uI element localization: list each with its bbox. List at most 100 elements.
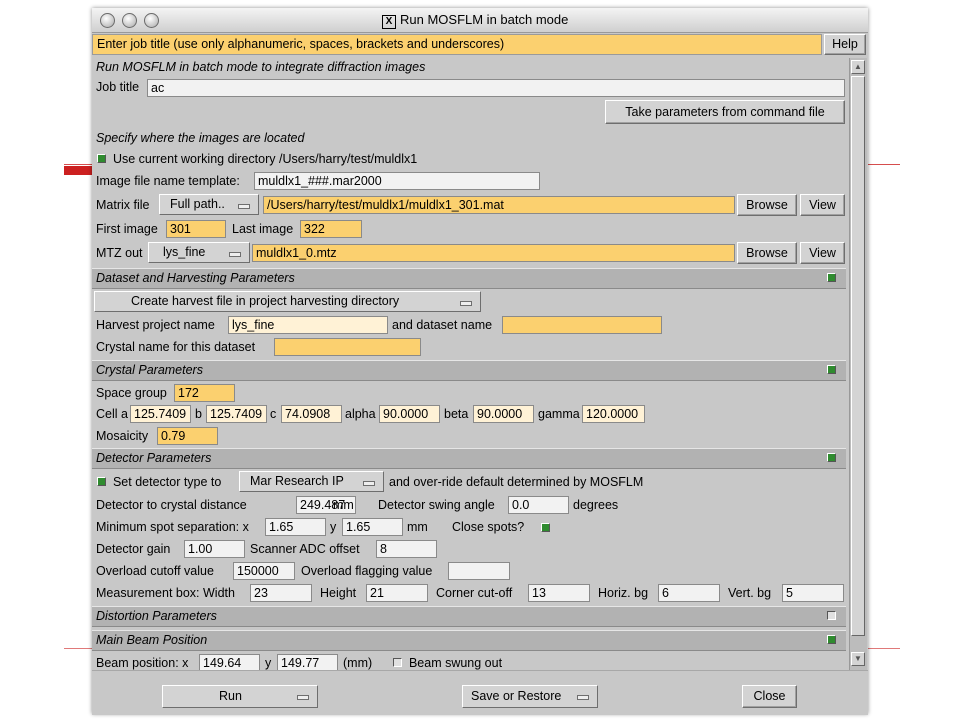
minsep-y-input[interactable]: 1.65 (342, 518, 403, 536)
space-group-label: Space group (96, 386, 167, 400)
x11-icon: X (382, 15, 396, 29)
close-window-icon[interactable] (100, 13, 115, 28)
distance-label: Detector to crystal distance (96, 498, 247, 512)
detector-toggle-checkbox[interactable] (827, 453, 836, 462)
use-cwd-checkbox[interactable] (97, 154, 106, 163)
matrix-view-button[interactable]: View (800, 194, 845, 216)
first-image-input[interactable]: 301 (166, 220, 226, 238)
dataset-name-input[interactable] (502, 316, 662, 334)
mtz-out-input[interactable]: muldlx1_0.mtz (252, 244, 735, 262)
alpha-input[interactable]: 90.0000 (379, 405, 440, 423)
gain-label: Detector gain (96, 542, 171, 556)
images-heading: Specify where the images are located (96, 131, 305, 145)
save-restore-button[interactable]: Save or Restore (462, 685, 598, 708)
beam-swung-label: Beam swung out (408, 656, 503, 670)
overload-flag-label: Overload flagging value (301, 564, 433, 578)
last-image-label: Last image (232, 222, 294, 236)
swing-input[interactable]: 0.0 (508, 496, 569, 514)
beam-x-input[interactable]: 149.64 (199, 654, 260, 670)
vertical-scrollbar[interactable]: ▲ ▼ (849, 58, 867, 670)
beam-section-header[interactable]: Main Beam Position (92, 630, 846, 651)
scroll-down-icon[interactable]: ▼ (851, 652, 865, 666)
zoom-window-icon[interactable] (144, 13, 159, 28)
template-label: Image file name template: (96, 174, 240, 188)
use-cwd-label: Use current working directory /Users/har… (112, 152, 418, 166)
harvest-section-header[interactable]: Dataset and Harvesting Parameters (92, 268, 846, 289)
distortion-section-header[interactable]: Distortion Parameters (92, 606, 846, 627)
box-width-input[interactable]: 23 (250, 584, 312, 602)
cell-b-input[interactable]: 125.7409 (206, 405, 267, 423)
beam-toggle-checkbox[interactable] (827, 635, 836, 644)
mosaicity-input[interactable]: 0.79 (157, 427, 218, 445)
matrix-browse-button[interactable]: Browse (737, 194, 797, 216)
gain-input[interactable]: 1.00 (184, 540, 245, 558)
job-title-input[interactable]: ac (147, 79, 845, 97)
cell-c-input[interactable]: 74.0908 (281, 405, 342, 423)
beam-swung-row[interactable]: Beam swung out (393, 656, 502, 670)
space-group-input[interactable]: 172 (174, 384, 235, 402)
dropdown-indicator-icon (297, 695, 309, 700)
box-height-input[interactable]: 21 (366, 584, 428, 602)
detector-section-header[interactable]: Detector Parameters (92, 448, 846, 469)
vert-bg-label: Vert. bg (728, 586, 772, 600)
detector-type-dropdown[interactable]: Mar Research IP (239, 471, 384, 492)
template-input[interactable]: muldlx1_###.mar2000 (254, 172, 540, 190)
beta-input[interactable]: 90.0000 (473, 405, 534, 423)
run-button[interactable]: Run (162, 685, 318, 708)
matrix-label: Matrix file (96, 198, 150, 212)
set-detector-checkbox[interactable] (97, 477, 106, 486)
degrees-label: degrees (573, 498, 619, 512)
adc-label: Scanner ADC offset (250, 542, 360, 556)
beam-swung-checkbox[interactable] (393, 658, 402, 667)
scroll-up-icon[interactable]: ▲ (851, 60, 865, 74)
matrix-mode-dropdown[interactable]: Full path.. (159, 194, 259, 215)
crystal-name-label: Crystal name for this dataset (96, 340, 256, 354)
distortion-toggle-checkbox[interactable] (827, 611, 836, 620)
dataset-name-label: and dataset name (392, 318, 493, 332)
beam-position-label: Beam position: x (96, 656, 189, 670)
harvest-mode-value: Create harvest file in project harvestin… (131, 294, 400, 308)
harvest-toggle-checkbox[interactable] (827, 273, 836, 282)
override-label: and over-ride default determined by MOSF… (389, 475, 644, 489)
beta-label: beta (444, 407, 469, 421)
dropdown-indicator-icon (229, 252, 241, 257)
harvest-project-input[interactable]: lys_fine (228, 316, 388, 334)
box-height-label: Height (320, 586, 357, 600)
hint-bar: Enter job title (use only alphanumeric, … (92, 34, 822, 55)
close-spots-checkbox[interactable] (541, 523, 550, 532)
crystal-name-input[interactable] (274, 338, 421, 356)
minsep-label: Minimum spot separation: x (96, 520, 249, 534)
minimize-window-icon[interactable] (122, 13, 137, 28)
horiz-bg-label: Horiz. bg (598, 586, 649, 600)
mosaicity-label: Mosaicity (96, 429, 149, 443)
harvest-mode-dropdown[interactable]: Create harvest file in project harvestin… (94, 291, 481, 312)
close-button[interactable]: Close (742, 685, 797, 708)
minsep-x-input[interactable]: 1.65 (265, 518, 326, 536)
gamma-input[interactable]: 120.0000 (582, 405, 645, 423)
crystal-heading: Crystal Parameters (96, 363, 203, 377)
overload-input[interactable]: 150000 (233, 562, 295, 580)
crystal-toggle-checkbox[interactable] (827, 365, 836, 374)
mtz-browse-button[interactable]: Browse (737, 242, 797, 264)
mtz-view-button[interactable]: View (800, 242, 845, 264)
take-parameters-button[interactable]: Take parameters from command file (605, 100, 845, 124)
beam-y-input[interactable]: 149.77 (277, 654, 338, 670)
overload-flag-input[interactable] (448, 562, 510, 580)
run-label: Run (219, 689, 242, 703)
corner-input[interactable]: 13 (528, 584, 590, 602)
use-cwd-row[interactable]: Use current working directory /Users/har… (97, 152, 417, 166)
matrix-mode-value: Full path.. (170, 197, 225, 211)
crystal-section-header[interactable]: Crystal Parameters (92, 360, 846, 381)
mtz-mode-dropdown[interactable]: lys_fine (148, 242, 250, 263)
set-detector-row[interactable]: Set detector type to (97, 475, 221, 489)
adc-input[interactable]: 8 (376, 540, 437, 558)
horiz-bg-input[interactable]: 6 (658, 584, 720, 602)
help-button[interactable]: Help (824, 34, 866, 55)
close-spots-label: Close spots? (452, 520, 525, 534)
scroll-thumb[interactable] (851, 76, 865, 636)
last-image-input[interactable]: 322 (300, 220, 362, 238)
cell-a-input[interactable]: 125.7409 (130, 405, 191, 423)
vert-bg-input[interactable]: 5 (782, 584, 844, 602)
title-bar[interactable]: X Run MOSFLM in batch mode (92, 8, 868, 33)
matrix-path-input[interactable]: /Users/harry/test/muldlx1/muldlx1_301.ma… (263, 196, 735, 214)
